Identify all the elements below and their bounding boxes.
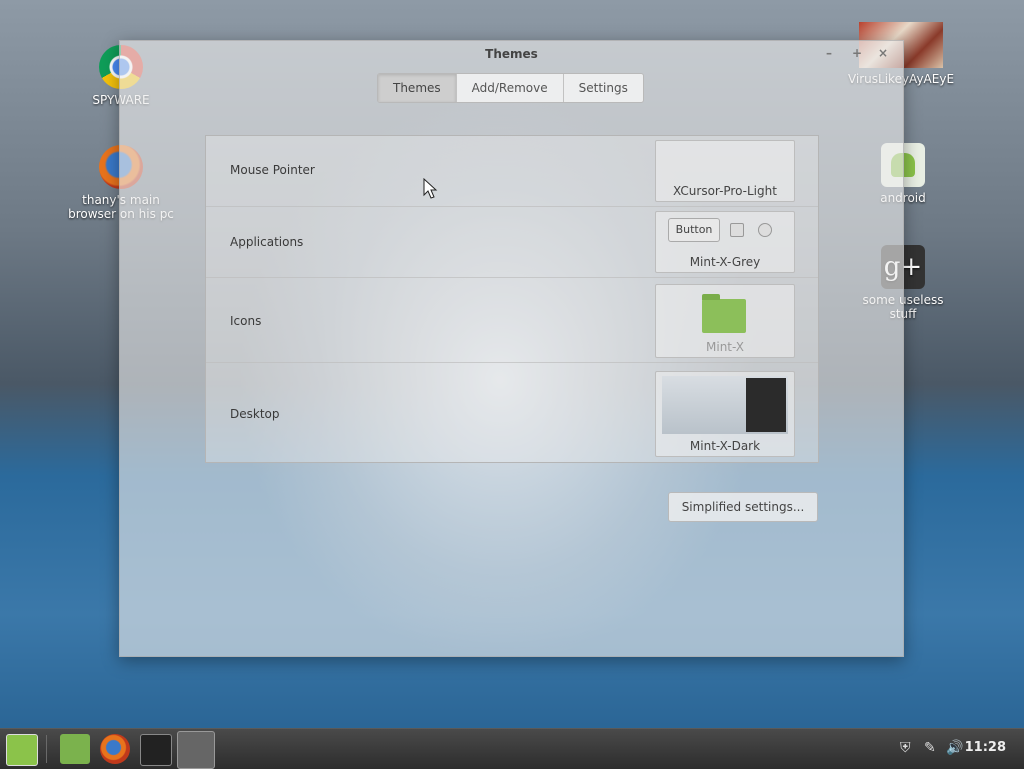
theme-list: Mouse Pointer XCursor-Pro-Light Applicat… [205,135,819,463]
applications-theme-button[interactable]: Button Mint-X-Grey [655,211,795,273]
terminal-icon[interactable] [140,734,172,766]
button-preview: Button [668,218,720,242]
maximize-button[interactable]: + [849,45,865,61]
row-label: Mouse Pointer [230,163,315,177]
clock[interactable]: 11:28 [965,740,1006,755]
themes-settings-icon[interactable] [177,731,215,769]
checkbox-preview-icon [730,223,744,237]
themes-window: Themes – + × Themes Add/Remove Settings … [119,40,904,657]
network-icon[interactable]: ✎ [924,740,936,756]
row-mouse-pointer: Mouse Pointer XCursor-Pro-Light [206,136,818,207]
files-icon[interactable] [60,734,90,764]
tile-value: XCursor-Pro-Light [673,184,777,198]
tile-value: Mint-X-Grey [689,255,761,269]
row-label: Desktop [230,407,280,421]
close-button[interactable]: × [875,45,891,61]
window-titlebar[interactable]: Themes – + × [120,41,903,69]
volume-icon[interactable]: 🔊 [946,740,963,756]
simplified-settings-button[interactable]: Simplified settings... [668,492,818,522]
tile-value: Mint-X [706,340,744,354]
icons-theme-button[interactable]: Mint-X [655,284,795,358]
tile-value: Mint-X-Dark [689,439,761,453]
tab-bar: Themes Add/Remove Settings [377,73,644,103]
radio-preview-icon [758,223,772,237]
taskbar: ⛨ ✎ 🔊 11:28 [0,728,1024,769]
firefox-icon[interactable] [100,734,130,764]
window-title: Themes [485,47,538,61]
minimize-button[interactable]: – [821,45,837,61]
mouse-cursor-icon [423,178,438,199]
taskbar-separator [46,735,47,763]
folder-icon [702,294,746,333]
row-applications: Applications Button Mint-X-Grey [206,207,818,278]
tab-settings[interactable]: Settings [564,74,643,102]
shield-icon[interactable]: ⛨ [900,740,911,756]
tab-add-remove[interactable]: Add/Remove [457,74,564,102]
row-icons: Icons Mint-X [206,278,818,363]
mint-menu-icon[interactable] [6,734,38,766]
tab-themes[interactable]: Themes [378,74,457,102]
desktop-preview [662,376,788,434]
row-desktop: Desktop Mint-X-Dark [206,363,818,461]
desktop-theme-button[interactable]: Mint-X-Dark [655,371,795,457]
mouse-pointer-theme-button[interactable]: XCursor-Pro-Light [655,140,795,202]
row-label: Icons [230,314,262,328]
row-label: Applications [230,235,304,249]
